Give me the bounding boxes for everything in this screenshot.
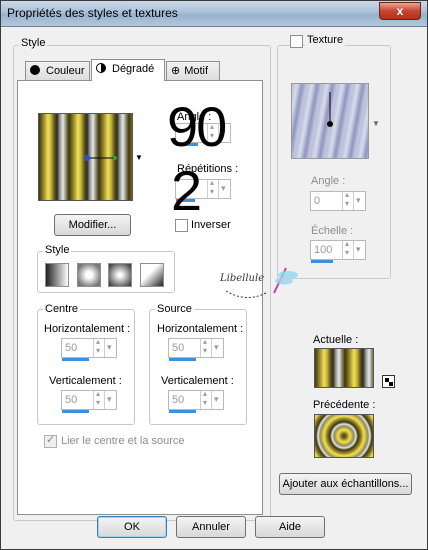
style-rectangular-button[interactable] [77,263,101,287]
source-vert-value: 50 [172,394,185,406]
texture-angle-value: 0 [314,195,321,207]
dialog-window: Propriétés des styles et textures x Styl… [0,0,428,550]
gradient-direction-icon [84,155,117,161]
source-horiz-value: 50 [172,342,185,354]
dropdown-arrow-icon[interactable] [104,339,116,357]
current-label: Actuelle : [313,334,359,346]
dropdown-arrow-icon[interactable] [218,180,230,198]
current-swatch[interactable] [314,348,374,388]
close-button[interactable]: x [379,2,421,20]
texture-angle-label: Angle : [311,175,346,187]
texture-angle-spinner[interactable]: 0 [310,190,366,211]
source-horiz-spinner[interactable]: 50 [168,337,224,361]
repetitions-overlay-number: 2 [171,159,203,222]
angle-overlay-number: 90 [167,95,227,158]
centre-vert-bar[interactable] [62,410,89,413]
texture-chevron-icon[interactable]: ▼ [372,119,380,128]
source-horiz-bar[interactable] [169,358,196,361]
swap-icon[interactable] [382,375,395,388]
centre-label: Centre [43,303,81,315]
texture-scale-bar[interactable] [311,260,333,263]
cancel-button[interactable]: Annuler [176,516,246,538]
invert-checkbox[interactable] [175,219,188,232]
source-horiz-label: Horizontalement : [157,323,244,335]
half-circle-icon [96,63,106,73]
tab-motif[interactable]: ⊕ Motif [166,61,220,81]
dropdown-arrow-icon[interactable] [211,339,223,357]
spin-arrows-icon[interactable] [342,239,353,259]
gradient-preview[interactable] [38,113,133,201]
spin-arrows-icon[interactable] [93,389,104,409]
texture-scale-spinner[interactable]: 100 [310,239,366,263]
texture-preview[interactable] [291,83,369,159]
source-label: Source [155,303,194,315]
centre-horiz-bar[interactable] [62,358,89,361]
spin-arrows-icon[interactable] [200,389,211,409]
title-bar[interactable]: Propriétés des styles et textures x [1,1,427,27]
texture-scale-label: Échelle : [311,225,354,237]
filled-circle-icon [30,65,40,75]
link-label: Lier le centre et la source [61,435,185,447]
chevron-down-icon[interactable]: ▼ [135,153,143,162]
previous-label: Précédente : [313,399,376,411]
tab-couleur[interactable]: Couleur [25,61,90,81]
pattern-globe-icon: ⊕ [171,65,181,77]
modify-button[interactable]: Modifier... [54,214,131,236]
source-vert-label: Verticalement : [161,375,234,387]
centre-vert-value: 50 [65,394,78,406]
centre-horiz-label: Horizontalement : [44,323,131,335]
tab-couleur-label: Couleur [46,65,85,77]
spin-arrows-icon[interactable] [342,190,353,210]
tab-degrade[interactable]: Dégradé [91,59,165,81]
window-title: Propriétés des styles et textures [7,6,178,20]
gradient-style-label: Style [43,244,72,256]
spin-arrows-icon[interactable] [207,178,218,198]
dropdown-arrow-icon[interactable] [353,241,365,259]
texture-checkbox[interactable] [290,35,303,48]
source-vert-bar[interactable] [169,410,196,413]
source-vert-spinner[interactable]: 50 [168,389,224,413]
dropdown-arrow-icon[interactable] [353,192,365,210]
texture-direction-icon [327,92,333,127]
style-group-label: Style [19,37,48,49]
ok-button[interactable]: OK [97,516,167,538]
invert-label: Inverser [191,219,231,231]
style-sunburst-button[interactable] [108,263,132,287]
style-radial-button[interactable] [140,263,164,287]
texture-scale-value: 100 [314,244,333,256]
previous-swatch[interactable] [314,414,374,458]
spin-arrows-icon[interactable] [93,337,104,357]
checkmark-icon: ✓ [46,434,56,446]
centre-vert-label: Verticalement : [49,375,122,387]
texture-label: Texture [305,34,346,46]
spin-arrows-icon[interactable] [200,337,211,357]
dropdown-arrow-icon[interactable] [211,391,223,409]
centre-vert-spinner[interactable]: 50 [61,389,117,413]
add-to-swatches-button[interactable]: Ajouter aux échantillons... [279,473,412,495]
centre-horiz-spinner[interactable]: 50 [61,337,117,361]
tab-degrade-label: Dégradé [112,63,155,75]
dropdown-arrow-icon[interactable] [104,391,116,409]
tab-motif-label: Motif [184,65,209,77]
style-linear-button[interactable] [45,263,69,287]
link-checkbox[interactable]: ✓ [44,434,57,448]
help-button[interactable]: Aide [255,516,325,538]
centre-horiz-value: 50 [65,342,78,354]
